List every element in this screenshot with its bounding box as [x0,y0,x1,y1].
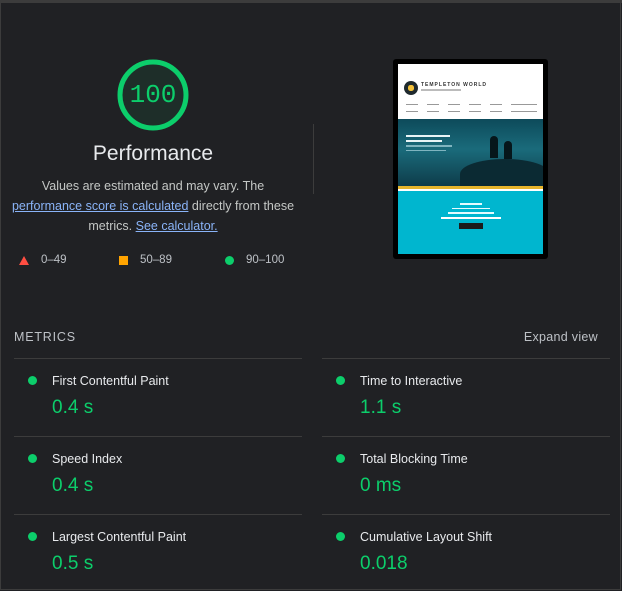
metric-value: 0.5 s [52,553,94,574]
pass-dot-icon [28,454,37,463]
green-circle-icon [225,255,234,265]
see-calculator-link[interactable]: See calculator. [136,219,218,233]
site-logo-icon [404,81,418,95]
legend-average: 50–89 [119,254,172,266]
metric-name: Time to Interactive [360,374,463,388]
metric-name: First Contentful Paint [52,374,169,388]
metric-value: 0.4 s [52,397,94,418]
metric-value: 0 ms [360,475,402,496]
metric-name: Cumulative Layout Shift [360,530,493,544]
metric-first-contentful-paint: First Contentful Paint 0.4 s [14,359,294,429]
metric-total-blocking-time: Total Blocking Time 0 ms [322,437,602,507]
metric-name: Largest Contentful Paint [52,530,187,544]
metric-cumulative-layout-shift: Cumulative Layout Shift 0.018 [322,515,602,585]
orange-square-icon [119,255,128,265]
pass-dot-icon [28,532,37,541]
final-screenshot-thumbnail[interactable]: TEMPLETON WORLD [393,59,548,259]
metrics-header: METRICS [14,330,76,344]
thumbnail-hero-image [398,119,543,189]
vertical-divider [313,124,314,194]
metric-name: Total Blocking Time [360,452,468,466]
legend-range: 90–100 [246,254,285,266]
legend-range: 50–89 [140,254,172,266]
legend-range: 0–49 [41,254,67,266]
metric-name: Speed Index [52,452,123,466]
performance-title: Performance [92,142,214,165]
performance-description: Values are estimated and may vary. The p… [10,176,296,236]
pass-dot-icon [336,532,345,541]
thumbnail-tagline [421,89,461,91]
metric-value: 0.4 s [52,475,94,496]
metric-speed-index: Speed Index 0.4 s [14,437,294,507]
metric-value: 0.018 [360,553,408,574]
thumbnail-nav [406,104,537,112]
legend-pass: 90–100 [225,254,284,266]
metric-largest-contentful-paint: Largest Contentful Paint 0.5 s [14,515,294,585]
thumbnail-page: TEMPLETON WORLD [398,64,543,254]
pass-dot-icon [336,376,345,385]
metric-time-to-interactive: Time to Interactive 1.1 s [322,359,602,429]
thumbnail-cta-section [398,191,543,254]
performance-score-link[interactable]: performance score is calculated [12,199,188,213]
pass-dot-icon [28,376,37,385]
red-triangle-icon [19,255,29,265]
metric-value: 1.1 s [360,397,402,418]
legend-fail: 0–49 [19,254,67,266]
thumbnail-brand: TEMPLETON WORLD [421,82,488,88]
thumbnail-accent-bar [398,186,543,189]
expand-view-button[interactable]: Expand view [524,330,598,344]
performance-score: 100 [129,80,177,110]
description-text-1: Values are estimated and may vary. The [41,179,265,193]
pass-dot-icon [336,454,345,463]
